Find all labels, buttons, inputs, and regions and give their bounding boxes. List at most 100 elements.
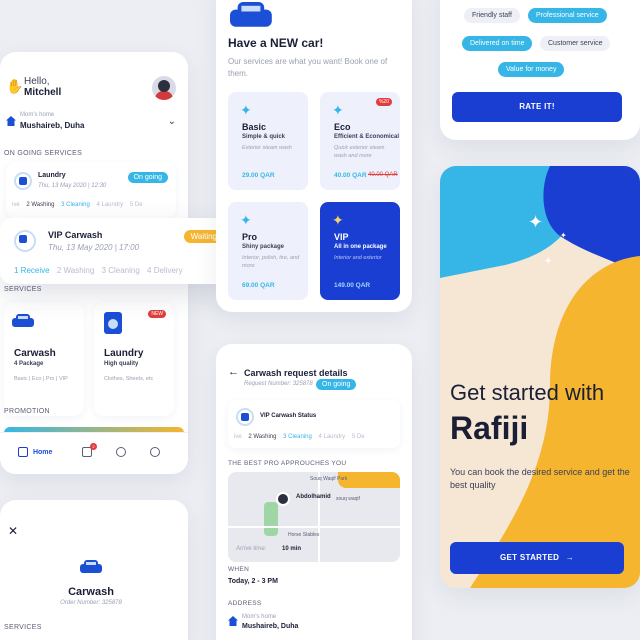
package-eco[interactable]: ✦ %20 Eco Efficient & Economical Quick e…: [320, 92, 400, 190]
carwash-detail-card: ✕ Carwash Order Number: 325878 SERVICES: [0, 500, 188, 640]
washing-machine-icon: [104, 312, 122, 334]
carwash-title: Carwash: [68, 586, 114, 598]
map-label: Horse Stables: [288, 532, 320, 538]
package-price: 40.00 QAR: [334, 172, 367, 179]
package-name: Basic: [242, 122, 267, 132]
step: 4 Laundry: [96, 202, 124, 208]
laundry-icon: [14, 172, 32, 190]
address-selector[interactable]: Mom's home Mushaireb, Duha ⌄: [6, 112, 182, 134]
user-icon: [116, 447, 126, 457]
package-basic[interactable]: ✦ Basic Simple & quick Exterior steam wa…: [228, 92, 308, 190]
nav-home[interactable]: Home: [18, 447, 52, 457]
service-tile-laundry[interactable]: NEW Laundry High quality Clothes, Sheets…: [94, 302, 174, 416]
description: You can book the desired service and get…: [450, 467, 630, 490]
page-subtitle: Our services are what you want! Book one…: [228, 57, 388, 78]
car-icon: [80, 560, 102, 574]
request-number: Request Number: 325878: [244, 381, 313, 387]
arrow-right-icon: →: [565, 553, 574, 562]
rate-button[interactable]: RATE IT!: [452, 92, 622, 122]
address-label: Mom's home: [20, 112, 55, 118]
car-icon: [12, 314, 34, 328]
service-subtitle: 4 Package: [14, 361, 44, 367]
map-label: Souq Waqif Park: [310, 476, 348, 482]
service-name: VIP Carwash Status: [260, 413, 317, 419]
nav-profile[interactable]: [116, 447, 126, 457]
onboarding-illustration: ✦ ✦ ✦: [440, 166, 640, 588]
rating-tag[interactable]: Customer service: [540, 36, 611, 51]
svg-text:✦: ✦: [544, 256, 552, 267]
road: [318, 472, 320, 562]
nav-help[interactable]: [150, 447, 160, 457]
ongoing-service-vip-carwash[interactable]: VIP Carwash Thu, 13 May 2020 | 17:00 Wai…: [0, 218, 232, 284]
ongoing-title: Laundry: [38, 172, 66, 179]
status-badge: On going: [316, 379, 357, 390]
ongoing-date: Thu, 13 May 2020 | 12:30: [38, 183, 107, 189]
package-pro[interactable]: ✦ Pro Shiny package Interior, polish, ti…: [228, 202, 308, 300]
pro-avatar: [276, 492, 290, 506]
step: 5 De: [129, 202, 143, 208]
avatar[interactable]: [152, 76, 176, 100]
package-price: 149.00 QAR: [334, 282, 371, 289]
order-number: Order Number: 325878: [60, 600, 122, 606]
back-arrow-icon[interactable]: ←: [228, 366, 239, 378]
service-status-card[interactable]: VIP Carwash Status ive 2 Washing 3 Clean…: [228, 400, 400, 448]
package-tagline: Efficient & Economical: [334, 134, 400, 140]
rating-tag[interactable]: Professional service: [528, 8, 607, 23]
chevron-down-icon: ⌄: [167, 116, 176, 127]
rating-tag[interactable]: Delivered on time: [462, 36, 533, 51]
package-price: 69.00 QAR: [242, 282, 275, 289]
svg-text:✦: ✦: [528, 212, 543, 233]
bottom-nav: Home 2: [0, 432, 188, 474]
step: 3 Cleaning: [101, 266, 140, 275]
address-value: Mushaireb, Duha: [20, 121, 85, 130]
step: ive: [12, 202, 20, 208]
service-title: Carwash: [14, 348, 56, 359]
home-icon: [228, 616, 238, 626]
page-title: Have a NEW car!: [228, 36, 324, 50]
service-subtitle: High quality: [104, 361, 139, 367]
promotion-section-header: PROMOTION: [4, 408, 50, 415]
package-vip[interactable]: ✦ VIP All in one package Interior and ex…: [320, 202, 400, 300]
pro-section-header: THE BEST PRO APPROUCHES YOU: [228, 460, 347, 467]
new-car-packages-card: Have a NEW car! Our services are what yo…: [216, 0, 412, 312]
home-icon: [6, 116, 16, 126]
package-desc: Exterior steam wash: [242, 145, 292, 151]
new-badge: NEW: [148, 310, 166, 318]
headline: Get started with: [450, 380, 605, 405]
brand-name: Rafiji: [450, 410, 529, 446]
package-desc: Quick exterior steam wash and more: [334, 145, 385, 159]
service-tile-carwash[interactable]: Carwash 4 Package Basic | Eco | Pro | VI…: [4, 302, 84, 416]
sparkle-icon: ✦: [332, 102, 344, 118]
package-old-price: 40.00 QAR: [368, 172, 398, 178]
ongoing-service-laundry[interactable]: Laundry Thu, 13 May 2020 | 12:30 On goin…: [6, 162, 176, 218]
onboarding-card: ✦ ✦ ✦ Get started with Rafiji You can bo…: [440, 166, 640, 588]
map-view[interactable]: Souq Waqif Park Abdolhamid souq waqif Ho…: [228, 472, 400, 562]
package-name: Pro: [242, 232, 258, 242]
car-icon: [236, 408, 254, 426]
ongoing-section-header: ON GOING SERVICES: [4, 150, 83, 157]
page-title: Carwash request details: [244, 368, 348, 378]
rating-tag[interactable]: Friendly staff: [464, 8, 520, 23]
get-started-button[interactable]: GET STARTED →: [450, 542, 624, 574]
wave-hand-icon: ✋: [6, 78, 24, 94]
package-desc: Interior, polish, tire, and more: [242, 255, 300, 269]
request-details-card: ← Carwash request details Request Number…: [216, 344, 412, 640]
ongoing-date: Thu, 13 May 2020 | 17:00: [48, 243, 140, 252]
address-section-header: ADDRESS: [228, 600, 262, 607]
map-label: souq waqif: [336, 496, 360, 502]
address-label: Mom's home: [242, 614, 277, 620]
rating-tag[interactable]: Value for money: [498, 62, 565, 77]
car-icon: [14, 230, 36, 252]
step: 3 Cleaning: [283, 434, 312, 440]
progress-steps: ive 2 Washing 3 Cleaning 4 Laundry 5 De: [234, 434, 370, 440]
status-badge: On going: [127, 172, 168, 183]
close-icon[interactable]: ✕: [8, 524, 18, 538]
step: 4 Laundry: [318, 434, 346, 440]
nav-orders[interactable]: 2: [82, 443, 97, 457]
step: 5 De: [351, 434, 365, 440]
rate-card: Friendly staff Professional service Deli…: [440, 0, 640, 140]
ongoing-title: VIP Carwash: [48, 230, 103, 240]
package-tagline: Shiny package: [242, 244, 285, 250]
arrive-label: Arrive time:: [236, 546, 267, 552]
notification-badge: 2: [90, 443, 97, 450]
